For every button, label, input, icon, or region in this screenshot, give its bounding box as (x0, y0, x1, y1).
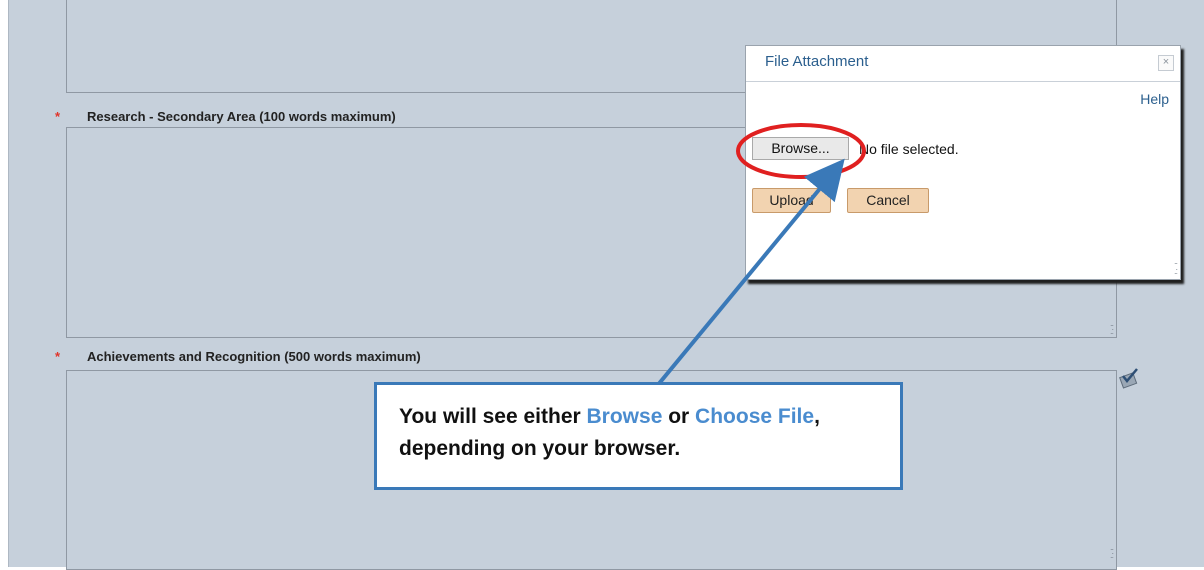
required-marker: * (55, 349, 61, 364)
close-icon[interactable]: × (1158, 55, 1174, 71)
callout-text: or (662, 405, 696, 428)
instruction-callout: You will see either Browse or Choose Fil… (374, 382, 903, 490)
dialog-resize-grip-icon[interactable]: ...: (1174, 256, 1178, 276)
research-secondary-label: Research - Secondary Area (100 words max… (87, 109, 396, 124)
callout-text: You will see either (399, 405, 587, 428)
achievements-label: Achievements and Recognition (500 words … (87, 349, 421, 364)
cancel-button[interactable]: Cancel (847, 188, 929, 213)
title-divider (746, 81, 1180, 82)
file-status-text: No file selected. (859, 141, 959, 157)
grip-icon[interactable]: ...: (1110, 319, 1114, 336)
callout-choose-file-term: Choose File (695, 405, 815, 428)
help-link[interactable]: Help (1140, 91, 1169, 107)
upload-button[interactable]: Upload (752, 188, 831, 213)
grip-icon[interactable]: ...: (1110, 543, 1114, 560)
dialog-title: File Attachment (765, 53, 869, 70)
required-marker: * (55, 109, 61, 124)
callout-browse-term: Browse (586, 405, 663, 428)
browse-button[interactable]: Browse... (752, 137, 849, 160)
spellcheck-icon[interactable] (1118, 367, 1140, 389)
file-attachment-dialog: File Attachment × Help Browse... No file… (745, 45, 1181, 280)
